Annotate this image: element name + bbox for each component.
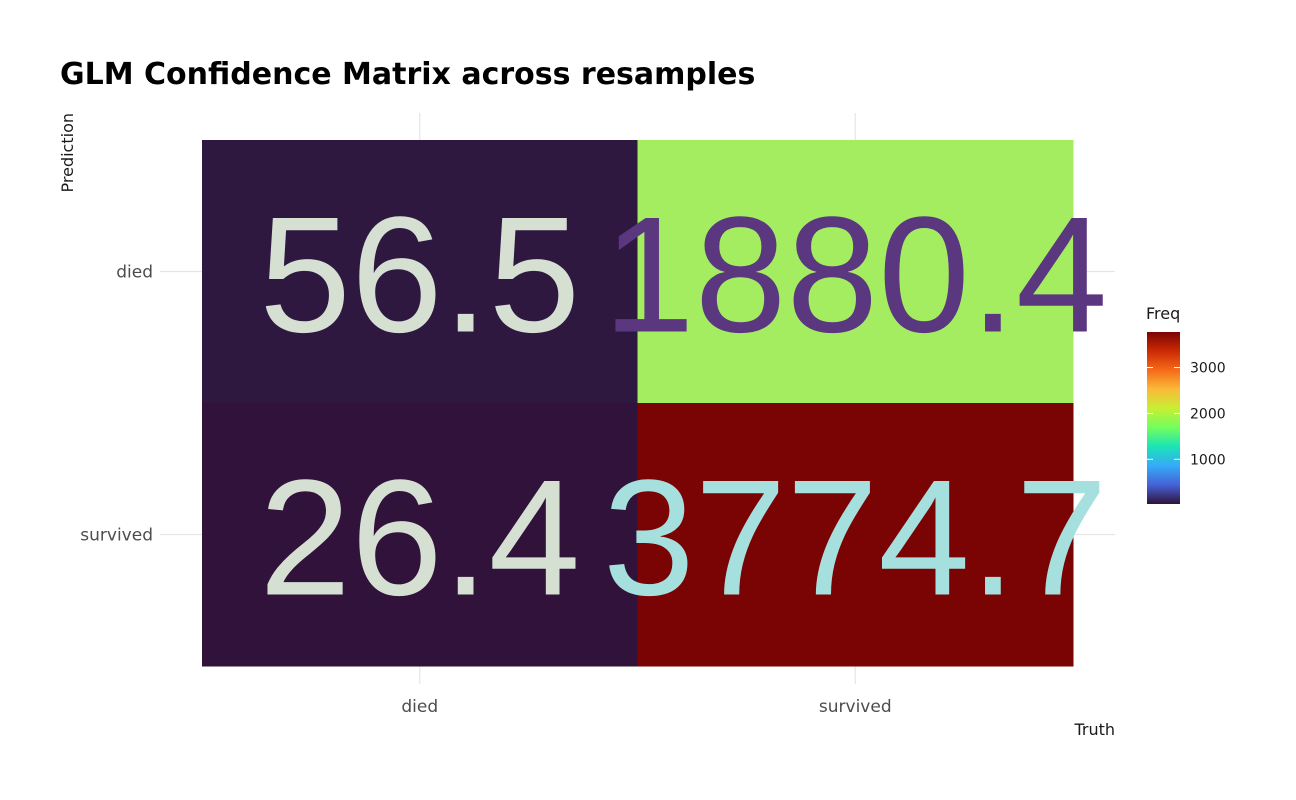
- x-axis-label: Truth: [1073, 720, 1115, 739]
- x-tick-label: survived: [819, 697, 892, 717]
- cell-value-label: 26.4: [259, 446, 580, 630]
- chart-title: GLM Confidence Matrix across resamples: [60, 57, 755, 92]
- legend-tick-label: 3000: [1190, 361, 1226, 377]
- legend-colorbar: [1147, 332, 1180, 504]
- legend-title: Freq: [1146, 304, 1180, 323]
- confusion-matrix-chart: GLM Confidence Matrix across resamples 5…: [58, 57, 1226, 739]
- y-axis-label: Prediction: [58, 113, 77, 192]
- cell-value-label: 56.5: [259, 183, 580, 367]
- y-tick-label: died: [116, 263, 153, 283]
- y-axis-ticks: died survived: [80, 263, 153, 546]
- color-legend: Freq 1000 2000 3000: [1146, 304, 1226, 504]
- cell-value-label: 1880.4: [603, 183, 1108, 367]
- x-tick-label: died: [401, 697, 438, 717]
- legend-tick-label: 1000: [1190, 452, 1226, 468]
- legend-tick-label: 2000: [1190, 406, 1226, 422]
- x-axis-ticks: died survived: [401, 697, 891, 717]
- y-tick-label: survived: [80, 526, 153, 546]
- cell-value-label: 3774.7: [603, 446, 1108, 630]
